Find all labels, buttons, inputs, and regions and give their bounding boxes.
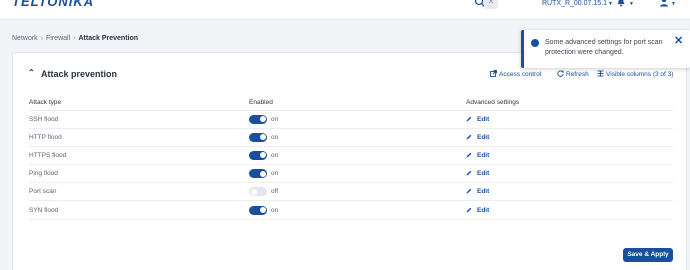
pencil-icon	[466, 116, 472, 122]
attack-type: SSH flood	[29, 110, 249, 129]
enabled-toggle[interactable]	[249, 205, 267, 215]
enabled-cell: on	[249, 110, 466, 129]
pencil-icon	[466, 152, 472, 158]
enabled-cell: on	[249, 128, 466, 147]
logo: TELTONIKA	[12, 0, 95, 9]
chevron-down-icon: ▼	[629, 1, 634, 7]
table-row: Ping flood on Edit	[29, 164, 673, 184]
table-row: SSH flood on Edit	[29, 110, 673, 129]
bell-icon[interactable]	[616, 0, 626, 7]
card-title-text: Attack prevention	[41, 69, 118, 79]
advanced-settings-cell: Edit	[466, 128, 673, 147]
column-header-enabled: Enabled	[249, 96, 466, 111]
enabled-toggle[interactable]	[249, 132, 267, 142]
attack-type: HTTP flood	[29, 128, 249, 147]
edit-label: Edit	[477, 151, 490, 159]
refresh-link[interactable]: Refresh	[557, 70, 589, 78]
enabled-cell: on	[249, 200, 466, 220]
user-icon[interactable]	[659, 0, 669, 7]
edit-label: Edit	[477, 115, 490, 123]
refresh-icon	[557, 70, 564, 77]
enabled-cell: on	[249, 164, 466, 184]
access-control-label: Access control	[499, 71, 542, 78]
access-control-link[interactable]: Access control	[490, 70, 541, 78]
toggle-state: on	[271, 115, 279, 123]
table-row: HTTPS flood on Edit	[29, 146, 673, 166]
edit-button[interactable]: Edit	[466, 152, 489, 159]
table-row: Port scan off Edit	[29, 182, 673, 202]
toggle-state: on	[271, 170, 279, 178]
advanced-settings-cell: Edit	[466, 164, 673, 184]
pencil-icon	[466, 170, 472, 176]
edit-button[interactable]: Edit	[466, 170, 489, 177]
edit-label: Edit	[477, 133, 490, 141]
attack-type: SYN flood	[29, 200, 249, 220]
pencil-icon	[466, 134, 472, 140]
enabled-toggle[interactable]	[249, 187, 267, 197]
breadcrumb: Network › Firewall › Attack Prevention	[12, 35, 138, 42]
toggle-state: off	[271, 188, 279, 196]
chevron-down-icon: ▼	[608, 1, 613, 7]
enabled-toggle[interactable]	[249, 169, 267, 179]
visible-columns-link[interactable]: Visible columns (3 of 3)	[597, 70, 673, 78]
external-link-icon	[490, 70, 497, 77]
table-row: HTTP flood on Edit	[29, 128, 673, 147]
edit-label: Edit	[477, 206, 490, 214]
toggle-state: on	[271, 206, 279, 214]
table-header-row: Attack type Enabled Advanced settings	[29, 96, 673, 111]
toast-message: Some advanced settings for port scan pro…	[545, 39, 663, 56]
chevron-up-icon[interactable]: ⌃	[28, 68, 35, 77]
edit-label: Edit	[477, 170, 490, 178]
attack-type: Port scan	[29, 182, 249, 202]
breadcrumb-firewall[interactable]: Firewall	[46, 35, 70, 42]
firmware-version[interactable]: RUTX_R_00.07.15.1	[542, 0, 607, 7]
enabled-toggle[interactable]	[249, 114, 267, 124]
attack-type: Ping flood	[29, 164, 249, 184]
chevron-right-icon: ›	[40, 35, 44, 42]
breadcrumb-current: Attack Prevention	[78, 35, 139, 42]
column-header-advanced-settings: Advanced settings	[466, 96, 673, 111]
chevron-right-icon: ›	[73, 35, 76, 42]
breadcrumb-network[interactable]: Network	[12, 35, 38, 42]
card-title[interactable]: ⌃ Attack prevention	[28, 68, 118, 79]
notification-toast: Some advanced settings for port scan pro…	[521, 30, 690, 68]
edit-button[interactable]: Edit	[466, 134, 489, 141]
advanced-settings-cell: Edit	[466, 110, 673, 129]
table-row: SYN flood on Edit	[29, 200, 673, 220]
attack-table: Attack type Enabled Advanced settings SS…	[29, 96, 673, 220]
advanced-settings-cell: Edit	[466, 200, 673, 220]
attack-prevention-card: ⌃ Attack prevention Access control Refres…	[12, 52, 687, 270]
enabled-cell: on	[249, 146, 466, 166]
info-icon	[531, 39, 539, 47]
columns-icon	[597, 70, 604, 77]
pencil-icon	[466, 207, 472, 213]
enabled-cell: off	[249, 182, 466, 202]
edit-label: Edit	[477, 188, 490, 196]
refresh-label: Refresh	[566, 71, 589, 78]
toast-close-button[interactable]: ✕	[674, 36, 683, 47]
toggle-state: on	[271, 133, 279, 141]
advanced-settings-cell: Edit	[466, 146, 673, 166]
enabled-toggle[interactable]	[249, 150, 267, 160]
advanced-settings-cell: Edit	[466, 182, 673, 202]
edit-button[interactable]: Edit	[466, 207, 489, 214]
edit-button[interactable]: Edit	[466, 116, 489, 123]
top-bar: TELTONIKA ✕ RUTX_R_00.07.15.1 ▼ ▼ ▼	[0, 0, 690, 20]
edit-button[interactable]: Edit	[466, 188, 489, 195]
chevron-down-icon: ▼	[671, 1, 676, 7]
search-close-button[interactable]: ✕	[484, 0, 498, 9]
visible-columns-label: Visible columns (3 of 3)	[606, 71, 674, 78]
column-header-attack-type: Attack type	[29, 96, 249, 111]
attack-type: HTTPS flood	[29, 146, 249, 166]
save-apply-button[interactable]: Save & Apply	[623, 248, 673, 262]
toggle-state: on	[271, 151, 279, 159]
pencil-icon	[466, 189, 472, 194]
